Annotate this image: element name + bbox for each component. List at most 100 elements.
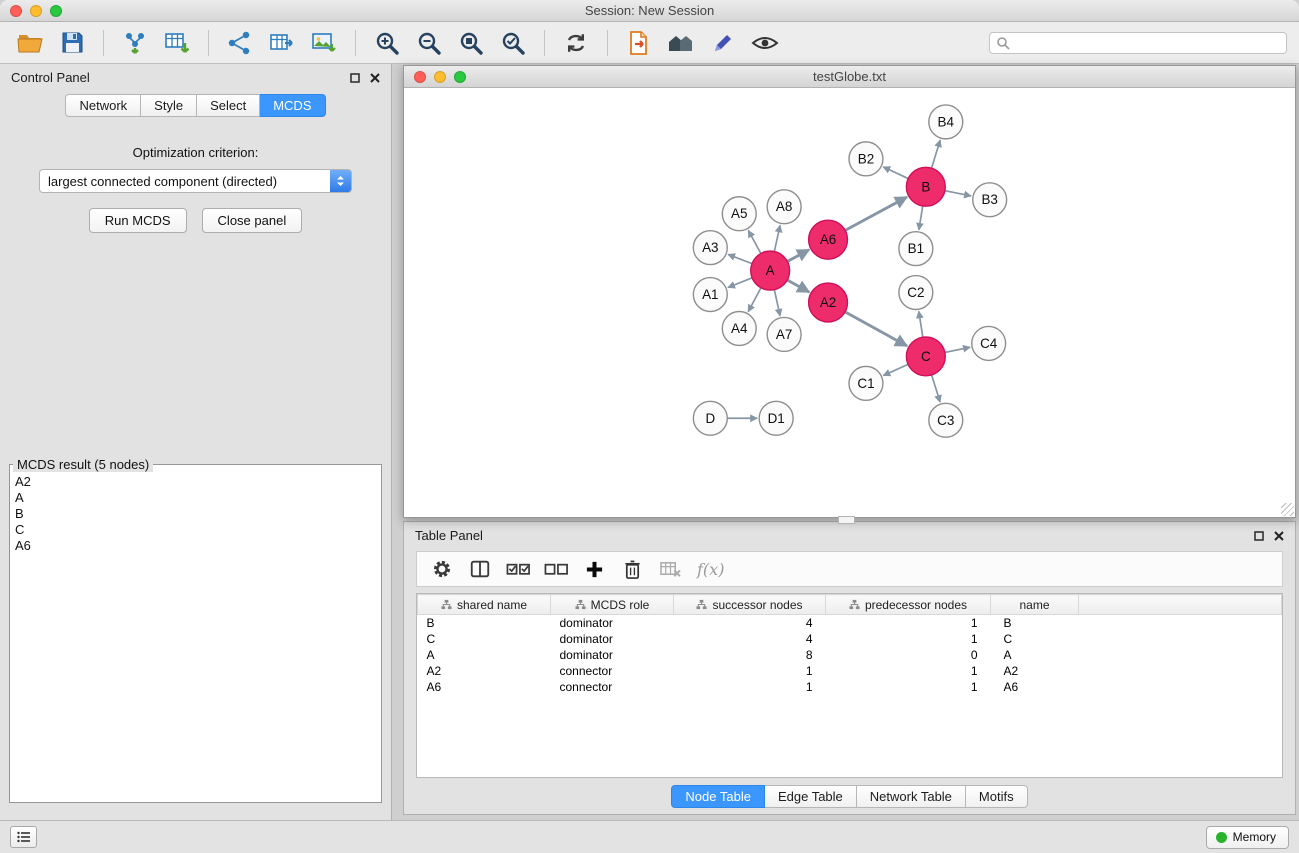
tab-edge-table[interactable]: Edge Table	[765, 785, 857, 808]
zoom-out-button[interactable]	[411, 27, 447, 59]
graph-edge-A-A1[interactable]	[728, 278, 752, 288]
window-resize-handle[interactable]	[1281, 503, 1294, 516]
tab-network-table[interactable]: Network Table	[857, 785, 966, 808]
column-header-shared-name[interactable]: shared name	[418, 595, 551, 615]
graph-edge-C-C1[interactable]	[883, 364, 908, 375]
graph-node-B[interactable]: B	[906, 167, 945, 206]
table-row[interactable]: Adominator80A	[418, 647, 1282, 663]
zoom-window-button[interactable]	[50, 5, 62, 17]
export-table-button[interactable]	[264, 27, 300, 59]
network-graph[interactable]: B4B2BB3A8A5A6A3B1AC2A1A2A4A7C4CC1DD1C3	[404, 88, 1295, 517]
zoom-fit-button[interactable]	[453, 27, 489, 59]
refresh-layout-button[interactable]	[558, 27, 594, 59]
zoom-in-button[interactable]	[369, 27, 405, 59]
add-row-button[interactable]	[579, 555, 609, 583]
tab-style[interactable]: Style	[141, 94, 197, 117]
network-close-button[interactable]	[414, 71, 426, 83]
graph-node-A6[interactable]: A6	[809, 220, 848, 259]
save-session-button[interactable]	[54, 27, 90, 59]
result-item[interactable]: A2	[15, 474, 376, 490]
graph-node-B4[interactable]: B4	[929, 105, 963, 139]
graph-edge-C-C2[interactable]	[919, 311, 923, 337]
graph-node-C[interactable]: C	[906, 337, 945, 376]
close-panel-button[interactable]: Close panel	[202, 208, 303, 233]
column-header-mcds-role[interactable]: MCDS role	[551, 595, 674, 615]
graph-node-A5[interactable]: A5	[722, 197, 756, 231]
graph-edge-A-A4[interactable]	[748, 288, 761, 312]
column-header-predecessor-nodes[interactable]: predecessor nodes	[826, 595, 991, 615]
graph-node-C4[interactable]: C4	[972, 326, 1006, 360]
close-window-button[interactable]	[10, 5, 22, 17]
graph-edge-A-A7[interactable]	[774, 290, 780, 316]
graph-edge-B-B1[interactable]	[919, 206, 923, 230]
graph-node-C2[interactable]: C2	[899, 276, 933, 310]
zoom-selected-button[interactable]	[495, 27, 531, 59]
graph-node-A8[interactable]: A8	[767, 190, 801, 224]
result-item[interactable]: C	[15, 522, 376, 538]
column-header-successor-nodes[interactable]: successor nodes	[674, 595, 826, 615]
graph-node-B3[interactable]: B3	[973, 183, 1007, 217]
graph-edge-A-A6[interactable]	[787, 250, 809, 262]
search-input[interactable]	[1015, 36, 1280, 50]
graph-node-C1[interactable]: C1	[849, 366, 883, 400]
import-table-from-file-button[interactable]	[159, 27, 195, 59]
result-item[interactable]: A	[15, 490, 376, 506]
graph-edge-C-C3[interactable]	[932, 375, 940, 402]
table-row[interactable]: A2connector11A2	[418, 663, 1282, 679]
run-mcds-button[interactable]: Run MCDS	[89, 208, 187, 233]
graph-node-C3[interactable]: C3	[929, 403, 963, 437]
table-settings-button[interactable]	[427, 555, 457, 583]
tab-network[interactable]: Network	[65, 94, 141, 117]
network-zoom-button[interactable]	[454, 71, 466, 83]
graph-edge-C-C4[interactable]	[945, 347, 970, 352]
select-all-button[interactable]	[503, 555, 533, 583]
graph-node-A4[interactable]: A4	[722, 311, 756, 345]
table-row[interactable]: Bdominator41B	[418, 615, 1282, 632]
task-history-button[interactable]	[10, 826, 37, 848]
export-image-button[interactable]	[306, 27, 342, 59]
tab-motifs[interactable]: Motifs	[966, 785, 1028, 808]
graph-edge-A-A3[interactable]	[728, 254, 752, 263]
table-row[interactable]: Cdominator41C	[418, 631, 1282, 647]
new-network-button[interactable]	[222, 27, 258, 59]
memory-button[interactable]: Memory	[1206, 826, 1289, 849]
minimize-window-button[interactable]	[30, 5, 42, 17]
column-header-name[interactable]: name	[991, 595, 1079, 615]
open-session-button[interactable]	[12, 27, 48, 59]
graph-node-A7[interactable]: A7	[767, 317, 801, 351]
annotations-button[interactable]	[705, 27, 741, 59]
result-item[interactable]: A6	[15, 538, 376, 554]
float-panel-icon[interactable]	[1254, 531, 1264, 541]
deselect-all-button[interactable]	[541, 555, 571, 583]
function-builder-button[interactable]: f(x)	[693, 560, 724, 579]
tab-node-table[interactable]: Node Table	[671, 785, 765, 808]
graph-node-D1[interactable]: D1	[759, 401, 793, 435]
show-columns-button[interactable]	[465, 555, 495, 583]
graph-node-A2[interactable]: A2	[809, 283, 848, 322]
float-panel-icon[interactable]	[350, 73, 360, 83]
graph-node-A[interactable]: A	[751, 251, 790, 290]
close-panel-icon[interactable]	[1274, 531, 1284, 541]
mcds-result-list[interactable]: A2ABCA6	[10, 472, 381, 556]
graph-edge-A-A5[interactable]	[748, 230, 761, 253]
panel-splitter[interactable]	[838, 516, 855, 524]
delete-row-button[interactable]	[617, 555, 647, 583]
import-network-from-file-button[interactable]	[117, 27, 153, 59]
graph-node-B1[interactable]: B1	[899, 232, 933, 266]
show-hide-button[interactable]	[747, 27, 783, 59]
result-item[interactable]: B	[15, 506, 376, 522]
network-canvas[interactable]: B4B2BB3A8A5A6A3B1AC2A1A2A4A7C4CC1DD1C3	[404, 88, 1295, 517]
delete-table-button[interactable]	[655, 555, 685, 583]
graph-edge-B-B2[interactable]	[883, 167, 908, 179]
network-minimize-button[interactable]	[434, 71, 446, 83]
graph-edge-A2-C[interactable]	[845, 312, 907, 346]
graph-node-B2[interactable]: B2	[849, 142, 883, 176]
close-panel-icon[interactable]	[370, 73, 380, 83]
export-document-button[interactable]	[621, 27, 657, 59]
tab-mcds[interactable]: MCDS	[260, 94, 325, 117]
graph-node-A1[interactable]: A1	[693, 278, 727, 312]
home-button[interactable]	[663, 27, 699, 59]
tab-select[interactable]: Select	[197, 94, 260, 117]
graph-node-A3[interactable]: A3	[693, 231, 727, 265]
graph-edge-A-A2[interactable]	[787, 280, 809, 292]
